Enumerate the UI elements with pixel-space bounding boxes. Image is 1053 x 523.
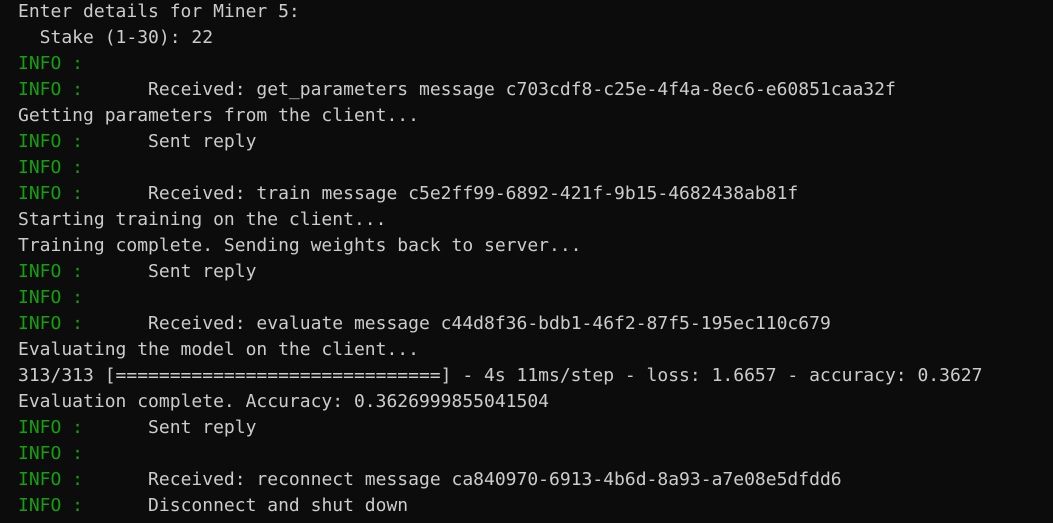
log-line: Getting parameters from the client... [18,103,1053,129]
log-line: INFO : Sent reply [18,129,1053,155]
log-line: INFO : Received: reconnect message ca840… [18,467,1053,493]
log-line: INFO : [18,441,1053,467]
log-line: Training complete. Sending weights back … [18,233,1053,259]
log-level-label: INFO : [18,469,84,490]
log-line: Starting training on the client... [18,207,1053,233]
log-line: INFO : Sent reply [18,259,1053,285]
log-message: Enter details for Miner 5: [18,1,300,22]
log-line: INFO : Received: get_parameters message … [18,77,1053,103]
log-message: Disconnect and shut down [83,495,409,516]
log-level-label: INFO : [18,53,84,74]
log-message: Received: train message c5e2ff99-6892-42… [83,183,799,204]
log-level-label: INFO : [18,183,84,204]
log-message: Sent reply [83,261,257,282]
terminal-output[interactable]: Enter details for Miner 5: Stake (1-30):… [0,0,1053,523]
log-line: INFO : Sent reply [18,415,1053,441]
log-line: INFO : [18,285,1053,311]
log-line: INFO : Received: train message c5e2ff99-… [18,181,1053,207]
log-message: 313/313 [==============================]… [18,365,983,386]
log-level-label: INFO : [18,417,84,438]
log-level-label: INFO : [18,313,84,334]
log-line: INFO : Received: evaluate message c44d8f… [18,311,1053,337]
log-line: Enter details for Miner 5: [18,0,1053,25]
log-level-label: INFO : [18,261,84,282]
log-level-label: INFO : [18,443,84,464]
log-level-label: INFO : [18,79,84,100]
log-message: Sent reply [83,131,257,152]
log-line: 313/313 [==============================]… [18,363,1053,389]
log-level-label: INFO : [18,287,84,308]
log-message: Starting training on the client... [18,209,387,230]
log-lines: Enter details for Miner 5: Stake (1-30):… [18,0,1053,519]
log-line: INFO : [18,155,1053,181]
log-level-label: INFO : [18,495,84,516]
log-level-label: INFO : [18,131,84,152]
log-message: Evaluation complete. Accuracy: 0.3626999… [18,391,550,412]
log-message: Sent reply [83,417,257,438]
log-level-label: INFO : [18,157,84,178]
log-line: Evaluating the model on the client... [18,337,1053,363]
log-message: Getting parameters from the client... [18,105,419,126]
log-line: INFO : [18,51,1053,77]
log-message: Received: evaluate message c44d8f36-bdb1… [83,313,831,334]
log-message: Received: get_parameters message c703cdf… [83,79,896,100]
log-line: INFO : Disconnect and shut down [18,493,1053,519]
log-message: Training complete. Sending weights back … [18,235,582,256]
log-message: Evaluating the model on the client... [18,339,419,360]
log-line: Evaluation complete. Accuracy: 0.3626999… [18,389,1053,415]
log-line: Stake (1-30): 22 [18,25,1053,51]
log-message: Stake (1-30): 22 [18,27,214,48]
log-message: Received: reconnect message ca840970-691… [83,469,842,490]
